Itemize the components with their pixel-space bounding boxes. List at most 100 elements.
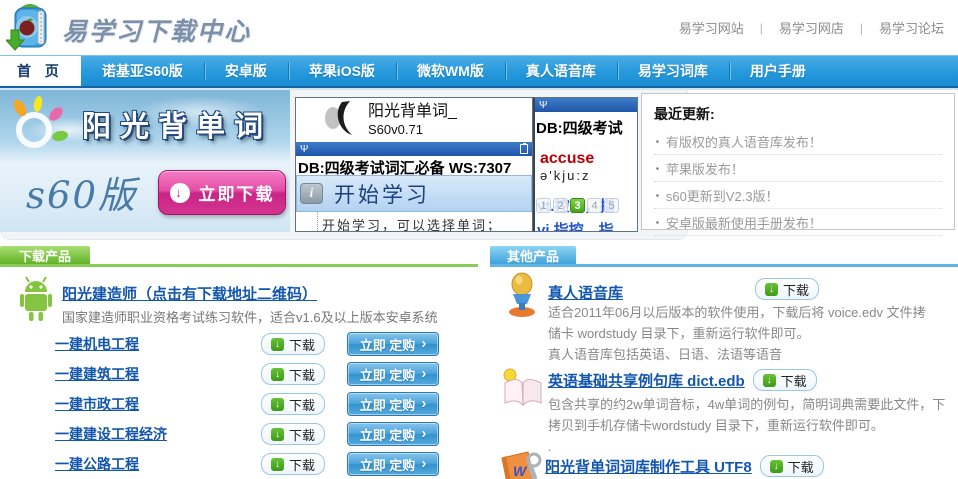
builder-product-desc: 国家建造师职业资格考试练习软件，适合v1.6及以上版本安卓系统 xyxy=(62,307,438,326)
wordlib-tool-link[interactable]: 阳光背单词词库制作工具 UTF8 xyxy=(545,456,752,477)
desc-line: 储卡 wordstudy 目录下，重新运行软件即可。 xyxy=(548,323,926,344)
bullet-icon: ▪ xyxy=(656,218,659,227)
list-item: 一建公路工程 ↓下载 立即 定购› xyxy=(0,449,479,479)
order-now-button[interactable]: 立即 定购› xyxy=(347,422,439,446)
order-now-button[interactable]: 立即 定购› xyxy=(347,332,439,356)
download-arrow-icon: ↓ xyxy=(271,338,284,351)
phone-status-bar: Ψ xyxy=(296,142,532,156)
update-text: 苹果版发布！ xyxy=(666,159,744,178)
desc-line: 拷贝到手机存储卡wordstudy 目录下，重新运行软件即可。 xyxy=(548,415,945,436)
info-icon: i xyxy=(300,183,323,204)
antenna-icon: Ψ xyxy=(300,144,308,155)
download-button[interactable]: ↓下载 xyxy=(261,423,325,445)
nav-item-android[interactable]: 安卓版 xyxy=(204,56,288,86)
page-dot-5[interactable]: 5 xyxy=(604,198,619,213)
recent-updates-title: 最近更新: xyxy=(654,102,942,128)
desc-line: 真人语音库包括英语、日语、法语等语音 xyxy=(548,344,926,365)
download-button[interactable]: ↓下载 xyxy=(760,455,824,477)
db-status-line: DB:四级考试词汇必备 WS:7307 xyxy=(296,156,532,175)
update-item: ▪ 苹果版发布！ xyxy=(654,155,942,182)
course-link-jianzhu[interactable]: 一建建筑工程 xyxy=(55,364,261,384)
bullet-icon: ▪ xyxy=(656,191,659,200)
nav-item-voice-lib[interactable]: 真人语音库 xyxy=(505,56,617,86)
course-link-gonglu[interactable]: 一建公路工程 xyxy=(55,454,261,474)
nav-item-wm[interactable]: 微软WM版 xyxy=(396,56,505,86)
update-text: 有版权的真人语音库发布！ xyxy=(666,132,822,151)
page-dot-2[interactable]: 2 xyxy=(553,198,568,213)
nav-item-dict-lib[interactable]: 易学习词库 xyxy=(617,56,729,86)
top-links: 易学习网站 | 易学习网店 | 易学习论坛 xyxy=(679,18,944,37)
app-titles: 阳光背单词_ S60v0.71 xyxy=(368,102,457,138)
db-status-line: DB:四级考试 xyxy=(535,117,637,138)
sentence-lib-desc: 包含共享的约2w单词音标，4w单词的例句，简明词典需要此文件，下 拷贝到手机存储… xyxy=(548,394,945,457)
order-now-button[interactable]: 立即 定购› xyxy=(347,452,439,476)
course-link-jingji[interactable]: 一建建设工程经济 xyxy=(55,424,261,444)
nav-item-s60[interactable]: 诺基亚S60版 xyxy=(81,56,204,86)
book-bulb-icon xyxy=(500,366,546,415)
download-button[interactable]: ↓下载 xyxy=(261,363,325,385)
microphone-icon xyxy=(500,272,544,323)
nav-item-ios[interactable]: 苹果iOS版 xyxy=(288,56,396,86)
chevron-right-icon: › xyxy=(421,335,426,352)
app-version: S60v0.71 xyxy=(368,122,457,138)
download-arrow-icon: ↓ xyxy=(765,283,778,296)
download-button[interactable]: ↓下载 xyxy=(261,393,325,415)
banner-edition: s60版 xyxy=(26,165,137,219)
voice-lib-desc: 适合2011年06月以后版本的软件使用，下载后将 voice.edv 文件拷 储… xyxy=(548,302,926,365)
download-button[interactable]: ↓下载 xyxy=(261,453,325,475)
menu-hint-text: 开始学习，可以选择单词； xyxy=(296,212,532,232)
download-arrow-icon: ↓ xyxy=(170,183,190,203)
site-logo[interactable]: 易学习下载中心 xyxy=(6,2,251,57)
chevron-right-icon: › xyxy=(421,395,426,412)
download-button[interactable]: ↓下载 xyxy=(753,369,817,391)
voice-lib-link[interactable]: 真人语音库 xyxy=(548,282,623,303)
list-item: 一建机电工程 ↓下载 立即 定购› xyxy=(0,329,479,359)
order-now-button[interactable]: 立即 定购› xyxy=(347,392,439,416)
link-separator: | xyxy=(860,21,863,35)
download-button[interactable]: ↓下载 xyxy=(755,278,819,300)
antenna-icon: Ψ xyxy=(539,100,547,111)
list-item: 一建建筑工程 ↓下载 立即 定购› xyxy=(0,359,479,389)
menu-selected-label: 开始学习 xyxy=(334,179,430,209)
nav-item-home[interactable]: 首 页 xyxy=(0,56,81,86)
download-arrow-icon: ↓ xyxy=(271,368,284,381)
android-robot-icon xyxy=(12,276,60,329)
svg-text:W: W xyxy=(513,463,528,479)
course-link-jidian[interactable]: 一建机电工程 xyxy=(55,334,261,354)
desc-line: . xyxy=(548,436,945,457)
desc-line: 包含共享的约2w单词音标，4w单词的例句，简明词典需要此文件，下 xyxy=(548,394,945,415)
top-link-forum[interactable]: 易学习论坛 xyxy=(879,18,944,37)
download-arrow-icon: ↓ xyxy=(271,398,284,411)
course-link-shizheng[interactable]: 一建市政工程 xyxy=(55,394,261,414)
top-link-shop[interactable]: 易学习网店 xyxy=(779,18,844,37)
app-name: 阳光背单词_ xyxy=(368,102,457,122)
banner-download-button[interactable]: ↓ 立即下载 xyxy=(158,170,286,215)
download-button[interactable]: ↓下载 xyxy=(261,333,325,355)
top-link-website[interactable]: 易学习网站 xyxy=(679,18,744,37)
word-entry: accuse xyxy=(535,150,637,168)
download-arrow-icon: ↓ xyxy=(770,460,783,473)
screenshot-splash: 阳光背单词_ S60v0.71 xyxy=(296,98,532,142)
page-dot-1[interactable]: 1 xyxy=(536,198,551,213)
main-nav: 首 页 诺基亚S60版 安卓版 苹果iOS版 微软WM版 真人语音库 易学习词库… xyxy=(0,55,958,86)
page-dot-3-active[interactable]: 3 xyxy=(570,198,585,213)
logo-backpack-icon xyxy=(6,2,54,57)
phone-status-bar: Ψ xyxy=(535,98,637,112)
app-logo-icon xyxy=(320,99,360,142)
builder-product-link[interactable]: 阳光建造师（点击有下载地址二维码） xyxy=(62,283,317,304)
bullet-icon: ▪ xyxy=(656,137,659,146)
chevron-right-icon: › xyxy=(421,365,426,382)
desc-line: 适合2011年06月以后版本的软件使用，下载后将 voice.edv 文件拷 xyxy=(548,302,926,323)
nav-item-manual[interactable]: 用户手册 xyxy=(729,56,827,86)
banner-pagination: 1 2 3 4 5 xyxy=(536,198,619,213)
recent-updates-box: 最近更新: ▪ 有版权的真人语音库发布！ ▪ 苹果版发布！ ▪ s60更新到V2… xyxy=(641,93,955,230)
wordlib-tool-icon: W xyxy=(498,450,544,479)
list-item: 一建市政工程 ↓下载 立即 定购› xyxy=(0,389,479,419)
app-screenshot-main: 阳光背单词_ S60v0.71 Ψ DB:四级考试词汇必备 WS:7307 i … xyxy=(295,97,533,232)
tab-download-products[interactable]: 下载产品 xyxy=(0,246,90,264)
tab-other-products[interactable]: 其他产品 xyxy=(490,246,576,264)
order-now-button[interactable]: 立即 定购› xyxy=(347,362,439,386)
sentence-lib-link[interactable]: 英语基础共享例句库 dict.edb xyxy=(548,370,745,391)
page-dot-4[interactable]: 4 xyxy=(587,198,602,213)
list-item: 一建建设工程经济 ↓下载 立即 定购› xyxy=(0,419,479,449)
